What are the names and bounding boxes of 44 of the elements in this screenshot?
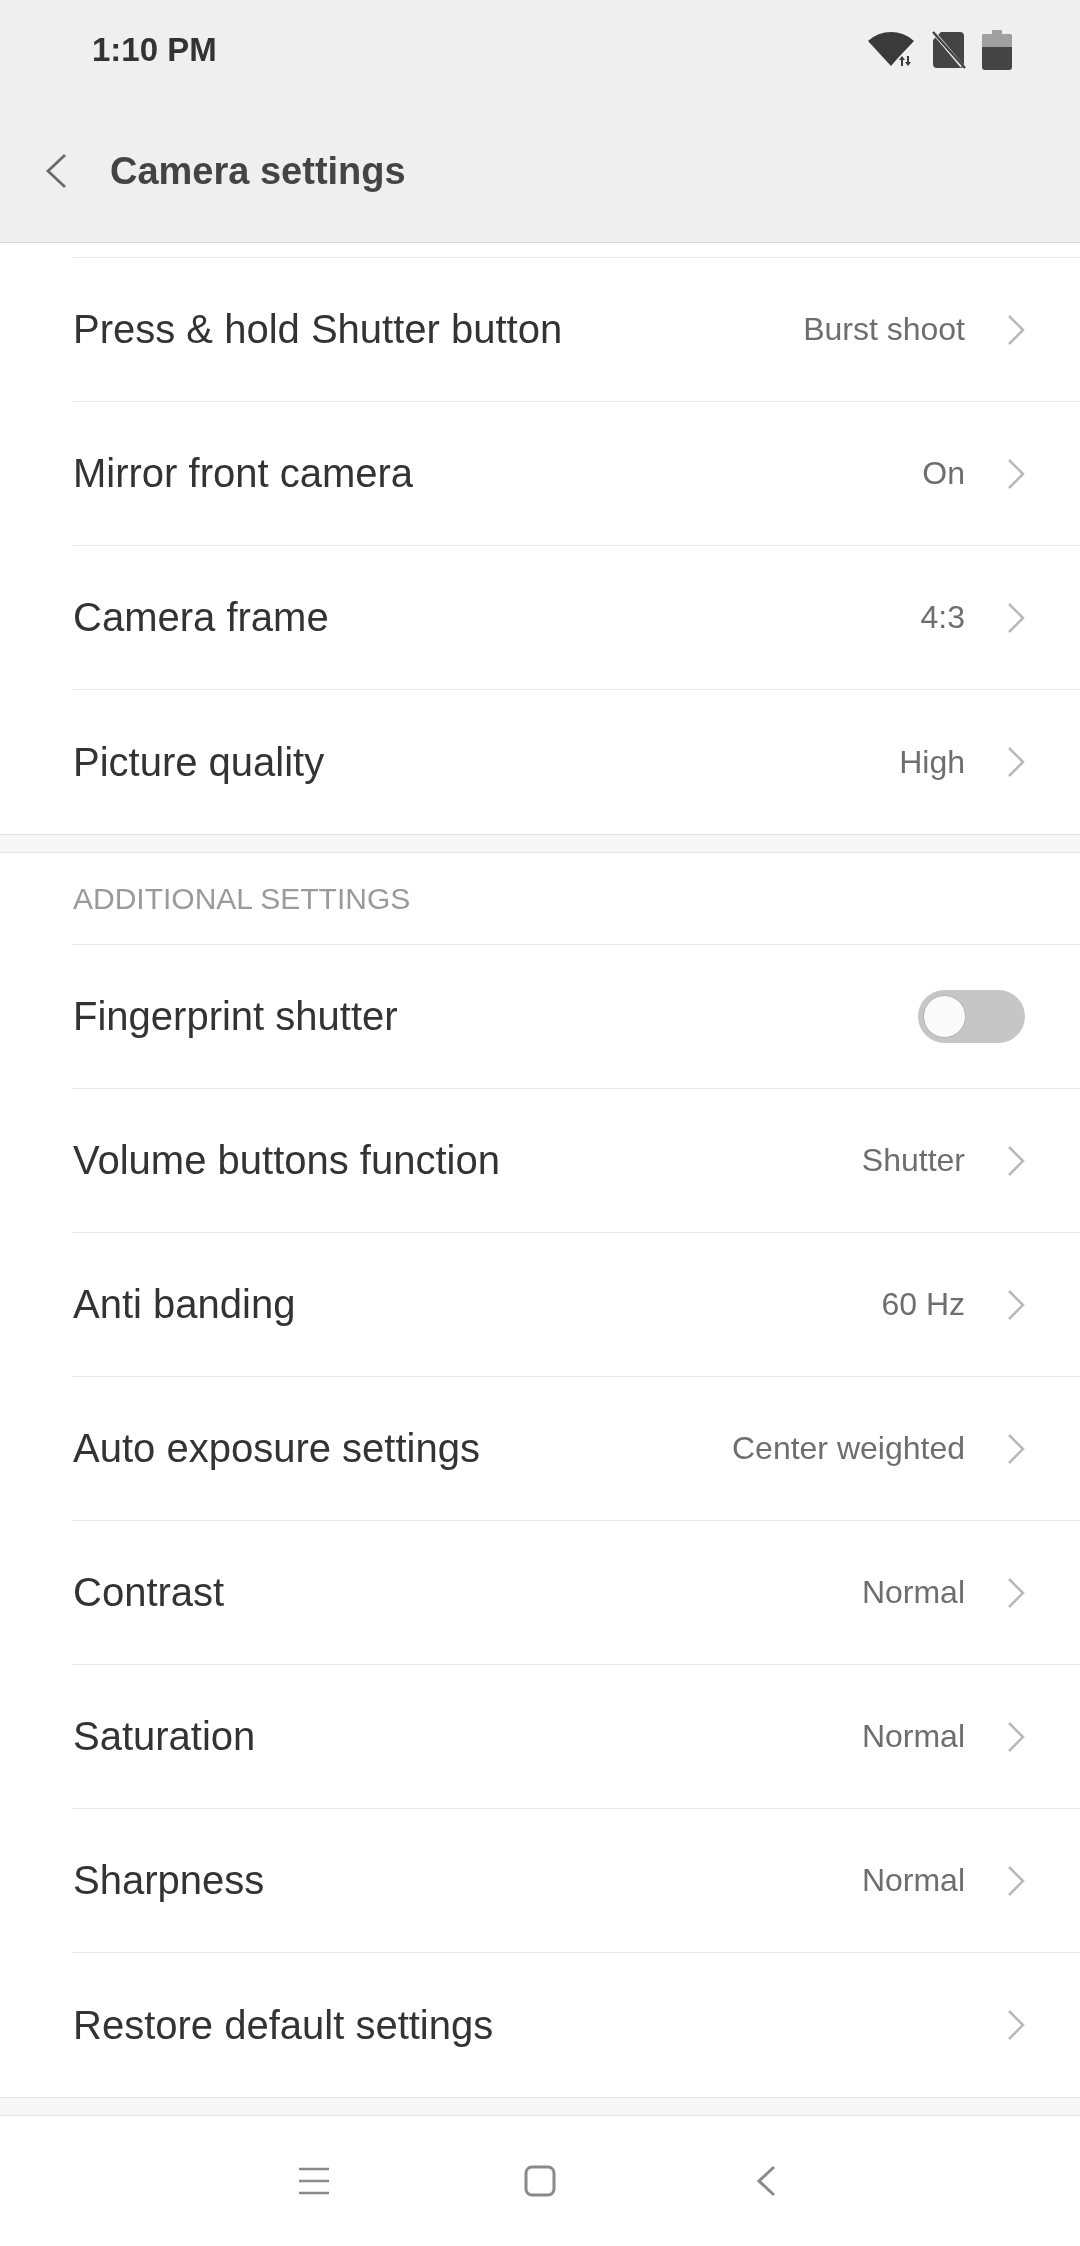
chevron-icon xyxy=(1007,1144,1025,1177)
battery-icon xyxy=(982,30,1012,70)
chevron-icon xyxy=(1007,457,1025,490)
wifi-icon xyxy=(867,32,915,68)
setting-value: Normal xyxy=(861,1574,965,1611)
home-icon[interactable] xyxy=(524,2165,556,2197)
chevron-icon xyxy=(1007,1288,1025,1321)
chevron-icon xyxy=(1007,313,1025,346)
chevron-icon xyxy=(1007,2009,1025,2041)
setting-label[interactable]: Picture quality xyxy=(73,739,325,785)
setting-label[interactable]: Restore default settings xyxy=(73,2002,494,2048)
setting-label[interactable]: Mirror front camera xyxy=(73,451,414,496)
setting-value: Burst shoot xyxy=(803,311,965,348)
status-time: 1:10 PM xyxy=(92,31,217,69)
setting-label[interactable]: Camera frame xyxy=(73,595,329,640)
setting-label[interactable]: Contrast xyxy=(73,1570,225,1615)
setting-label[interactable]: Press & hold Shutter button xyxy=(73,307,563,352)
screen-title: Camera settings xyxy=(110,149,406,193)
setting-value: High xyxy=(899,743,965,781)
setting-value: Normal xyxy=(861,1718,965,1755)
menu-icon[interactable] xyxy=(299,2167,329,2195)
setting-label[interactable]: Saturation xyxy=(73,1714,256,1759)
chevron-icon xyxy=(1007,1864,1025,1897)
setting-value: 4:3 xyxy=(920,599,965,636)
setting-label[interactable]: Sharpness xyxy=(73,1858,265,1903)
chevron-icon xyxy=(1007,1432,1025,1465)
setting-value: Normal xyxy=(861,1862,965,1899)
setting-value: On xyxy=(922,455,965,492)
toggle-switch[interactable] xyxy=(918,990,1025,1043)
setting-label[interactable]: Fingerprint shutter xyxy=(73,994,398,1039)
setting-label[interactable]: Volume buttons function xyxy=(73,1138,500,1183)
back-icon[interactable] xyxy=(756,2165,776,2197)
chevron-icon xyxy=(1007,746,1025,778)
chevron-icon xyxy=(1007,1720,1025,1753)
section-heading: ADDITIONAL SETTINGS xyxy=(73,881,411,916)
chevron-icon xyxy=(1007,601,1025,634)
chevron-icon xyxy=(1007,1576,1025,1609)
setting-value: 60 Hz xyxy=(881,1286,965,1323)
setting-label[interactable]: Auto exposure settings xyxy=(73,1426,480,1471)
setting-value: Shutter xyxy=(861,1142,965,1179)
no-sim-icon xyxy=(931,31,966,69)
back-icon[interactable] xyxy=(45,153,67,189)
setting-label[interactable]: Anti banding xyxy=(73,1282,296,1327)
setting-value: Center weighted xyxy=(731,1430,965,1467)
